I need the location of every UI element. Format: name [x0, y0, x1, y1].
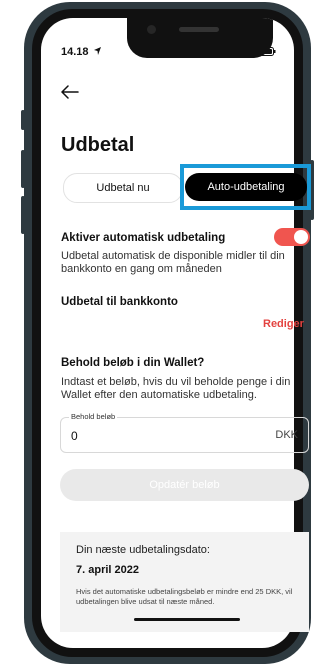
keep-amount-field-label: Behold beløb [69, 412, 118, 421]
tab-pay-now[interactable]: Udbetal nu [63, 173, 183, 203]
keep-amount-value[interactable]: 0 [71, 429, 78, 443]
highlight-box [180, 164, 311, 210]
home-indicator[interactable] [134, 618, 240, 621]
next-payout-note: Hvis det automatiske udbetalingsbeløb er… [76, 587, 293, 606]
toggle-knob [294, 230, 308, 244]
back-arrow-icon[interactable] [61, 84, 81, 100]
edit-bank-account-link[interactable]: Rediger [263, 318, 304, 330]
next-payout-date: 7. april 2022 [76, 564, 139, 576]
next-payout-card: Din næste udbetalingsdato: 7. april 2022… [60, 532, 309, 632]
auto-payout-label: Aktiver automatisk udbetaling [61, 232, 226, 244]
phone-volume-down-button [21, 196, 25, 234]
page-title: Udbetal [61, 134, 135, 156]
update-amount-button[interactable]: Opdatér beløb [60, 469, 309, 501]
auto-payout-toggle[interactable] [274, 228, 310, 246]
phone-volume-up-button [21, 150, 25, 188]
keep-amount-label: Behold beløb i din Wallet? [61, 357, 205, 369]
bank-account-label: Udbetal til bankkonto [61, 296, 178, 308]
currency-label: DKK [275, 429, 298, 441]
status-time: 14.18 [61, 46, 101, 58]
location-arrow-icon [93, 47, 101, 55]
speaker-icon [179, 27, 219, 32]
keep-amount-description: Indtast et beløb, hvis du vil beholde pe… [61, 376, 291, 401]
notch [127, 18, 273, 58]
phone-side-button [21, 110, 25, 130]
next-payout-title: Din næste udbetalingsdato: [76, 544, 210, 556]
auto-payout-description: Udbetal automatisk de disponible midler … [61, 250, 285, 275]
keep-amount-field[interactable]: Behold beløb 0 DKK [60, 412, 309, 453]
camera-icon [147, 25, 156, 34]
